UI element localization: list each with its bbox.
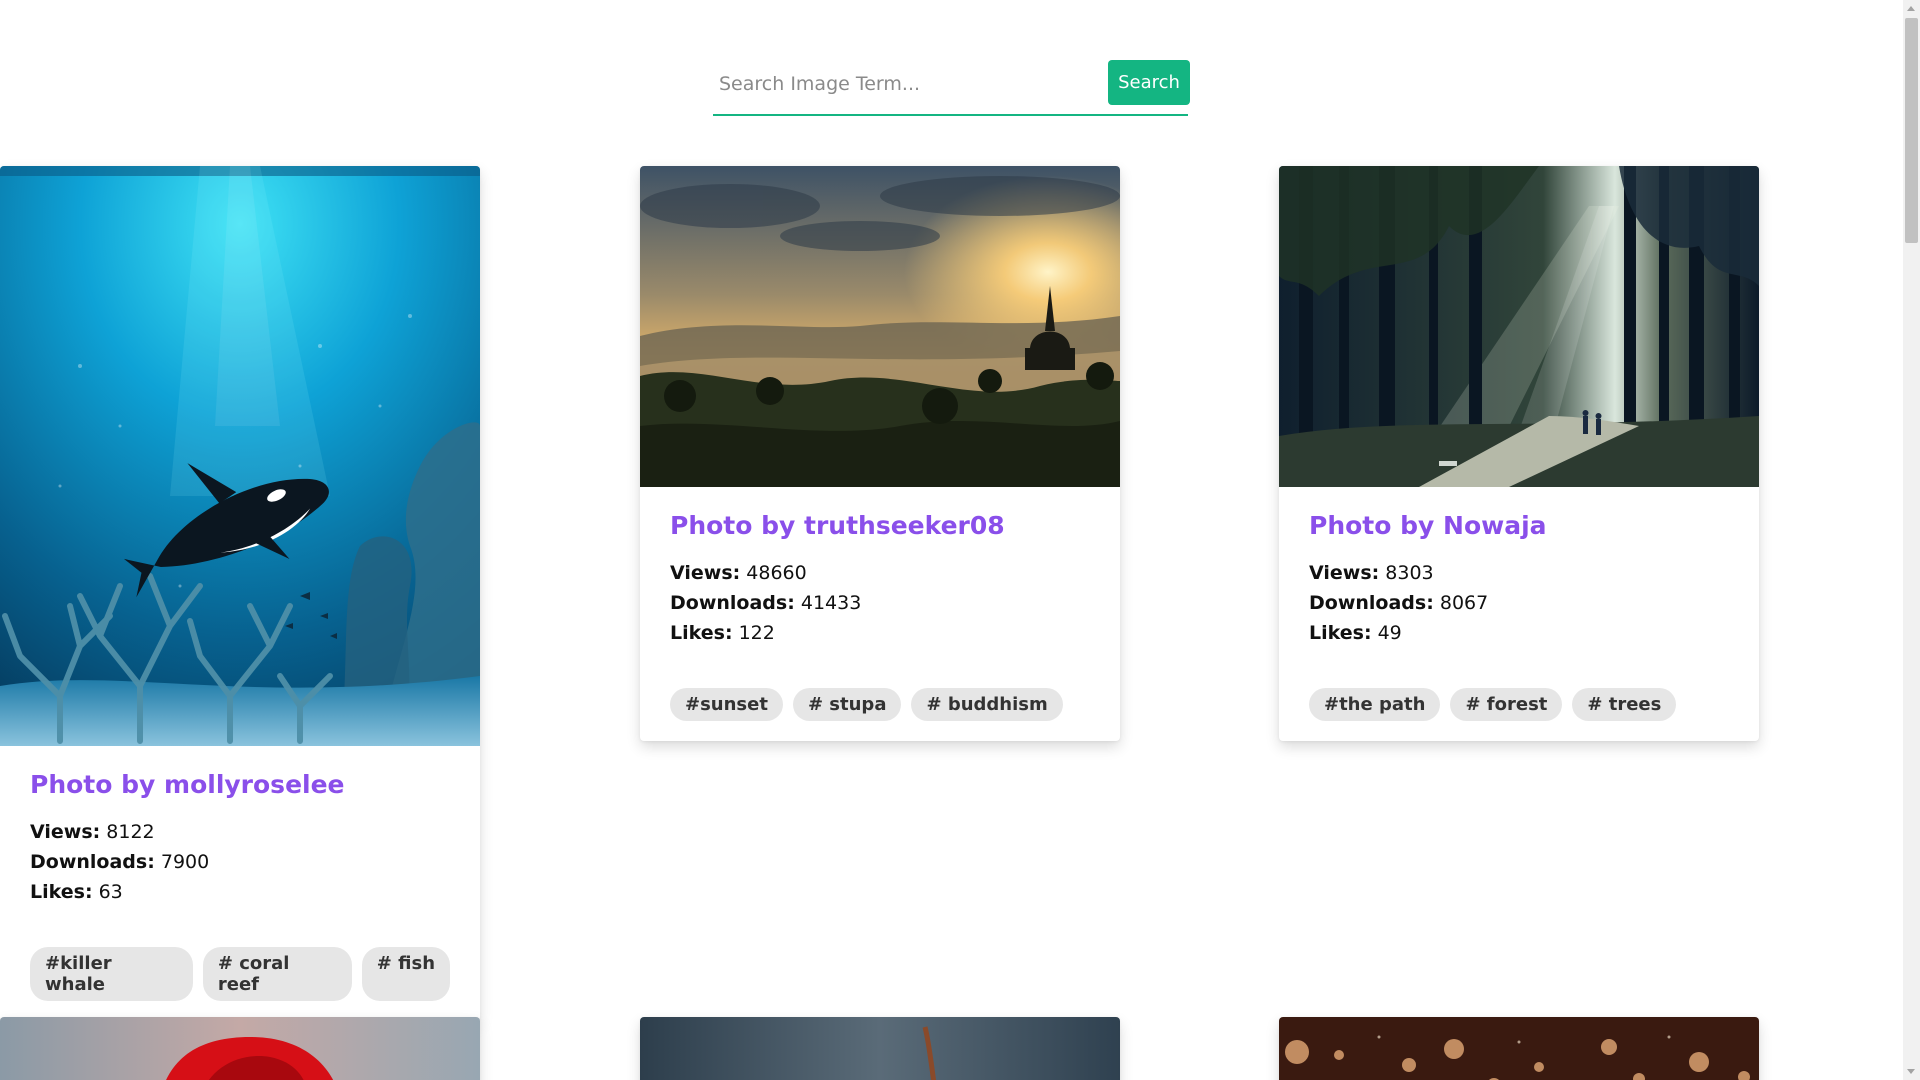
tag-list: #the path # forest # trees (1309, 688, 1729, 721)
card-title[interactable]: Photo by mollyroselee (30, 770, 450, 799)
image-search-page: Search Image Term... Search Photo by mol… (0, 0, 1920, 1080)
search-button[interactable]: Search (1108, 60, 1190, 105)
card-likes: Likes: 122 (670, 622, 775, 644)
bokeh-photo (1279, 1017, 1759, 1080)
tag-list: #sunset # stupa # buddhism (670, 688, 1090, 721)
tag-chip[interactable]: # stupa (792, 688, 902, 721)
tag-chip[interactable]: #the path (1309, 688, 1441, 721)
tag-chip[interactable]: # trees (1572, 688, 1677, 721)
scroll-down-icon[interactable] (1907, 1069, 1915, 1074)
tag-chip[interactable]: # forest (1450, 688, 1563, 721)
tag-chip[interactable]: #killer whale (30, 947, 193, 1001)
search-form: Search (713, 60, 1190, 116)
card-image-forest[interactable] (1279, 166, 1759, 487)
card-image-sunset[interactable] (640, 166, 1120, 487)
image-card[interactable]: Photo by Nowaja Views: 8303 Downloads: 8… (1279, 166, 1759, 741)
card-image-rose[interactable] (0, 1017, 480, 1080)
card-image-bokeh[interactable] (1279, 1017, 1759, 1080)
tag-list: #killer whale # coral reef # fish (30, 947, 450, 1001)
card-downloads: Downloads: 41433 (670, 592, 862, 614)
branch-photo (640, 1017, 1120, 1080)
sunset-photo (640, 166, 1120, 487)
card-likes: Likes: 63 (30, 881, 123, 903)
card-image-branch[interactable] (640, 1017, 1120, 1080)
card-downloads: Downloads: 7900 (30, 851, 210, 873)
card-image-orca[interactable] (0, 166, 480, 746)
tag-chip[interactable]: #sunset (670, 688, 783, 721)
image-card[interactable]: Photo by mollyroselee Views: 8122 Downlo… (0, 166, 480, 1021)
image-card[interactable] (0, 1017, 480, 1080)
card-title[interactable]: Photo by truthseeker08 (670, 511, 1090, 540)
tag-chip[interactable]: # buddhism (911, 688, 1063, 721)
card-views: Views: 8303 (1309, 562, 1434, 584)
card-likes: Likes: 49 (1309, 622, 1402, 644)
page-scrollbar[interactable] (1903, 0, 1920, 1080)
image-card[interactable] (640, 1017, 1120, 1080)
image-card[interactable]: Photo by truthseeker08 Views: 48660 Down… (640, 166, 1120, 741)
tag-chip[interactable]: # coral reef (202, 947, 352, 1001)
orca-photo (0, 166, 480, 746)
card-title[interactable]: Photo by Nowaja (1309, 511, 1729, 540)
tag-chip[interactable]: # fish (361, 947, 450, 1001)
forest-photo (1279, 166, 1759, 487)
card-downloads: Downloads: 8067 (1309, 592, 1489, 614)
card-views: Views: 8122 (30, 821, 155, 843)
search-input[interactable] (713, 60, 1109, 108)
rose-photo (0, 1017, 480, 1080)
image-card[interactable] (1279, 1017, 1759, 1080)
card-views: Views: 48660 (670, 562, 807, 584)
card-body: Photo by mollyroselee Views: 8122 Downlo… (0, 746, 480, 1021)
scroll-up-icon[interactable] (1907, 6, 1915, 11)
card-body: Photo by Nowaja Views: 8303 Downloads: 8… (1279, 487, 1759, 741)
card-body: Photo by truthseeker08 Views: 48660 Down… (640, 487, 1120, 741)
scrollbar-thumb[interactable] (1905, 18, 1918, 243)
